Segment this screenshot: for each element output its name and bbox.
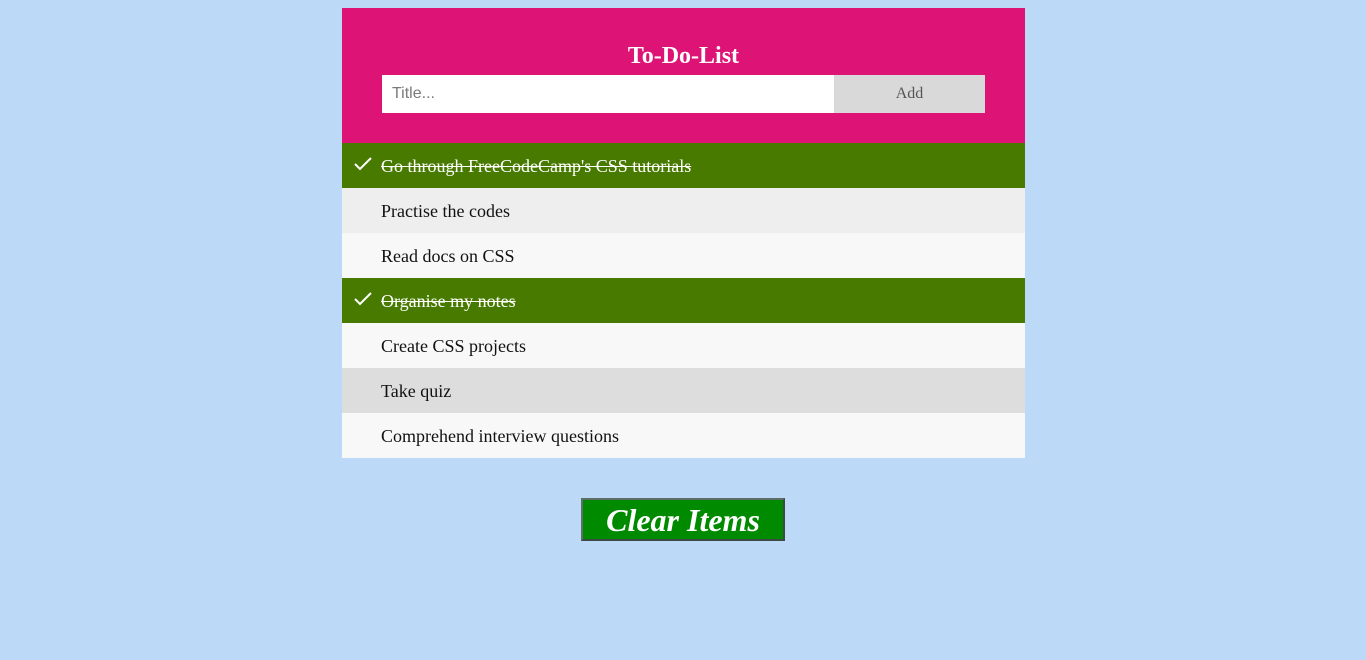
list-item[interactable]: Organise my notes bbox=[342, 278, 1025, 323]
add-item-row: Add bbox=[382, 75, 985, 113]
list-item-label: Go through FreeCodeCamp's CSS tutorials bbox=[381, 156, 692, 176]
todo-app: To-Do-List Add Go through FreeCodeCamp's… bbox=[342, 8, 1025, 458]
add-button[interactable]: Add bbox=[834, 75, 985, 113]
list-item-label: Comprehend interview questions bbox=[381, 426, 619, 446]
list-item[interactable]: Create CSS projects bbox=[342, 323, 1025, 368]
list-item-label: Practise the codes bbox=[381, 201, 510, 221]
todo-list: Go through FreeCodeCamp's CSS tutorials … bbox=[342, 143, 1025, 458]
page-title: To-Do-List bbox=[627, 43, 740, 69]
list-item[interactable]: Comprehend interview questions bbox=[342, 413, 1025, 458]
list-item[interactable]: Go through FreeCodeCamp's CSS tutorials bbox=[342, 143, 1025, 188]
title-input[interactable] bbox=[382, 75, 834, 113]
clear-items-button[interactable]: Clear Items bbox=[581, 498, 785, 541]
todo-header: To-Do-List Add bbox=[342, 8, 1025, 143]
list-item-label: Create CSS projects bbox=[381, 336, 526, 356]
list-item[interactable]: Take quiz bbox=[342, 368, 1025, 413]
check-icon bbox=[354, 292, 372, 306]
list-item-label: Read docs on CSS bbox=[381, 246, 515, 266]
list-item[interactable]: Read docs on CSS bbox=[342, 233, 1025, 278]
check-icon bbox=[354, 157, 372, 171]
list-item-label: Take quiz bbox=[381, 381, 452, 401]
list-item[interactable]: Practise the codes bbox=[342, 188, 1025, 233]
list-item-label: Organise my notes bbox=[381, 291, 516, 311]
